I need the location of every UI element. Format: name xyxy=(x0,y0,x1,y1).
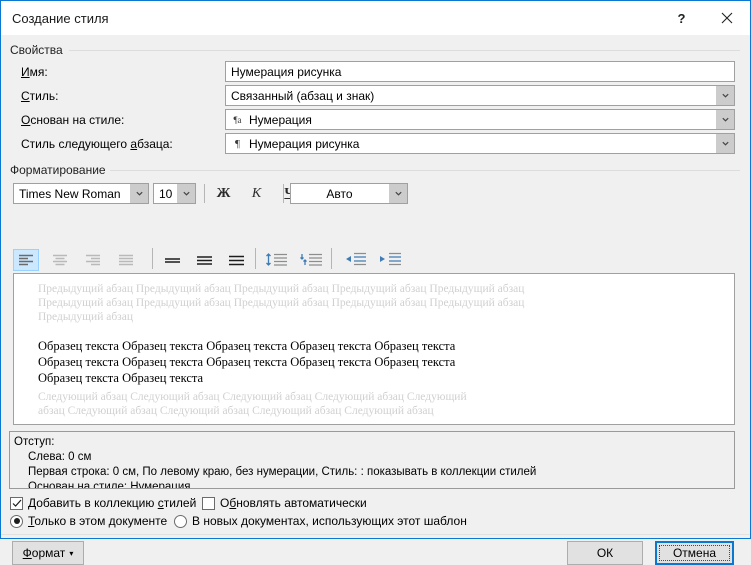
line-spacing-double-button[interactable] xyxy=(223,249,249,271)
description-line-1: Отступ: xyxy=(14,435,730,450)
style-type-label: Стиль: xyxy=(21,89,58,103)
cancel-button[interactable]: Отмена xyxy=(655,541,734,565)
italic-button[interactable]: К xyxy=(244,183,269,205)
font-size-combobox[interactable]: 10 xyxy=(153,183,196,204)
font-family-combobox[interactable]: Times New Roman xyxy=(13,183,149,204)
based-on-combobox[interactable]: ¶a Нумерация xyxy=(225,109,735,130)
footer-divider xyxy=(1,534,750,535)
font-color-combobox[interactable]: Авто xyxy=(290,183,408,204)
dialog-title: Создание стиля xyxy=(1,11,109,26)
format-button-label: Формат xyxy=(23,546,66,560)
toolbar-separator xyxy=(255,248,256,269)
paragraph-style-icon: ¶ xyxy=(231,138,244,150)
align-justify-button[interactable] xyxy=(113,249,139,271)
linked-paragraph-char-style-icon: ¶a xyxy=(231,115,244,125)
chevron-down-icon[interactable] xyxy=(388,184,407,203)
line-spacing-single-button[interactable] xyxy=(159,249,185,271)
auto-update-checkbox[interactable]: Обновлять автоматически xyxy=(202,496,367,510)
align-center-button[interactable] xyxy=(47,249,73,271)
help-question-icon[interactable]: ? xyxy=(659,1,704,35)
align-right-button[interactable] xyxy=(80,249,106,271)
caption-buttons: ? xyxy=(659,1,750,35)
ok-button-label: ОК xyxy=(597,546,613,560)
font-size-value: 10 xyxy=(154,187,176,201)
radio-selected-icon xyxy=(10,515,23,528)
ok-button[interactable]: ОК xyxy=(567,541,643,565)
italic-label: К xyxy=(252,186,261,202)
chevron-down-icon[interactable] xyxy=(715,86,734,105)
align-left-button[interactable] xyxy=(13,249,39,271)
only-this-document-label: Только в этом документе xyxy=(28,514,167,528)
add-to-gallery-checkbox[interactable]: Добавить в коллекцию стилей xyxy=(10,496,196,510)
radio-unselected-icon xyxy=(174,515,187,528)
chevron-down-icon[interactable] xyxy=(129,184,148,203)
toolbar-separator xyxy=(331,248,332,269)
style-description: Отступ: Слева: 0 см Первая строка: 0 см,… xyxy=(9,431,735,489)
checkbox-unchecked-icon xyxy=(202,497,215,510)
auto-update-label: Обновлять автоматически xyxy=(220,496,367,510)
font-family-value: Times New Roman xyxy=(14,187,129,201)
next-style-combobox[interactable]: ¶ Нумерация рисунка xyxy=(225,133,735,154)
chevron-down-icon[interactable] xyxy=(715,134,734,153)
description-line-4: Основан на стиле: Нумерация xyxy=(14,480,730,489)
style-type-value: Связанный (абзац и знак) xyxy=(226,89,715,103)
bold-button[interactable]: Ж xyxy=(211,183,236,205)
based-on-label: Основан на стиле: xyxy=(21,113,124,127)
new-documents-template-radio[interactable]: В новых документах, использующих этот ша… xyxy=(174,514,467,528)
cancel-button-label: Отмена xyxy=(673,546,716,560)
checkbox-checked-icon xyxy=(10,497,23,510)
style-name-value: Нумерация рисунка xyxy=(231,65,341,79)
title-bar: Создание стиля ? xyxy=(1,1,750,35)
style-type-combobox[interactable]: Связанный (абзац и знак) xyxy=(225,85,735,106)
preview-next-paragraph: Следующий абзац Следующий абзац Следующи… xyxy=(38,390,724,418)
toolbar-separator xyxy=(283,184,284,203)
decrease-paragraph-spacing-button[interactable] xyxy=(297,248,327,270)
decrease-indent-button[interactable] xyxy=(340,248,370,270)
description-line-3: Первая строка: 0 см, По левому краю, без… xyxy=(14,465,730,480)
dialog-content: Свойства Имя: Нумерация рисунка Стиль: С… xyxy=(1,35,750,538)
properties-group-divider xyxy=(69,50,740,51)
formatting-group-divider xyxy=(104,170,740,171)
format-button[interactable]: Формат ▾ xyxy=(12,541,84,565)
toolbar-separator xyxy=(204,184,205,203)
name-label: Имя: xyxy=(21,65,48,79)
chevron-down-icon[interactable] xyxy=(176,184,195,203)
line-spacing-1-5-button[interactable] xyxy=(191,249,217,271)
caret-down-icon: ▾ xyxy=(69,549,73,558)
properties-group-label: Свойства xyxy=(10,43,67,57)
formatting-group-label: Форматирование xyxy=(10,163,110,177)
add-to-gallery-label: Добавить в коллекцию стилей xyxy=(28,496,196,510)
preview-sample-text: Образец текста Образец текста Образец те… xyxy=(38,338,724,386)
toolbar-separator xyxy=(152,248,153,269)
increase-indent-button[interactable] xyxy=(375,248,405,270)
style-name-input[interactable]: Нумерация рисунка xyxy=(225,61,735,82)
chevron-down-icon[interactable] xyxy=(715,110,734,129)
font-color-value: Авто xyxy=(291,187,388,201)
only-this-document-radio[interactable]: Только в этом документе xyxy=(10,514,167,528)
new-documents-template-label: В новых документах, использующих этот ша… xyxy=(192,514,467,528)
increase-paragraph-spacing-button[interactable] xyxy=(262,248,292,270)
bold-label: Ж xyxy=(217,186,231,202)
style-preview: Предыдущий абзац Предыдущий абзац Предыд… xyxy=(13,273,735,425)
preview-previous-paragraph: Предыдущий абзац Предыдущий абзац Предыд… xyxy=(38,282,724,324)
close-icon[interactable] xyxy=(704,1,750,35)
next-style-label: Стиль следующего абзаца: xyxy=(21,137,173,151)
next-style-value: Нумерация рисунка xyxy=(249,137,359,151)
create-style-dialog: Создание стиля ? Свойства Имя: Нумерация… xyxy=(0,0,751,539)
based-on-value: Нумерация xyxy=(249,113,312,127)
description-line-2: Слева: 0 см xyxy=(14,450,730,465)
